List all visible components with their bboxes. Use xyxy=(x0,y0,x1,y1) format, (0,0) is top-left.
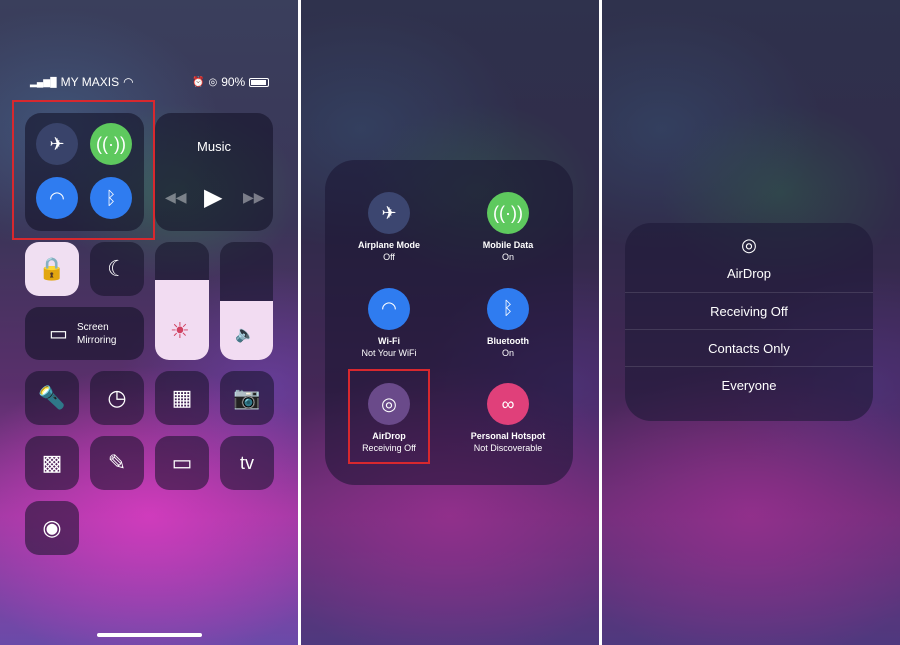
screen-mirroring-line2: Mirroring xyxy=(77,335,117,346)
brightness-slider[interactable]: ☀ xyxy=(155,242,209,360)
rotation-lock-status-icon: ◎ xyxy=(208,76,218,88)
toggle-label: AirDrop Receiving Off xyxy=(329,430,449,454)
screen-mirroring-line1: Screen xyxy=(77,322,109,333)
flashlight-icon[interactable]: 🔦 xyxy=(25,371,79,425)
screen-record-icon[interactable]: ◉ xyxy=(25,501,79,555)
airdrop-menu: ◎ AirDrop Receiving Off Contacts Only Ev… xyxy=(625,223,873,421)
airdrop-title: AirDrop xyxy=(726,266,772,281)
status-bar-right: ⏰ ◎ 90% xyxy=(192,75,270,89)
wifi-icon[interactable]: ◠ xyxy=(368,287,410,330)
option-receiving-off[interactable]: Receiving Off xyxy=(625,292,873,329)
antenna-icon[interactable]: ((·)) xyxy=(90,123,132,165)
carrier-label: MY MAXIS xyxy=(60,75,120,89)
battery-icon xyxy=(249,77,270,87)
bluetooth-icon[interactable]: ᛒ xyxy=(487,287,529,330)
toggle-status: Not Your WiFi xyxy=(361,347,417,358)
sun-icon: ☀ xyxy=(170,318,190,343)
airplay-icon: ▭ xyxy=(49,323,68,345)
battery-percent: 90% xyxy=(221,75,246,89)
toggle-label: Wi-Fi Not Your WiFi xyxy=(329,335,449,359)
rewind-icon[interactable]: ◀◀ xyxy=(165,189,187,206)
toggle-label: Airplane Mode Off xyxy=(329,239,449,263)
music-tile[interactable]: Music ◀◀ ▶ ▶▶ xyxy=(155,113,273,231)
signal-icon: ▂▄▆█ xyxy=(30,76,57,87)
bluetooth-icon[interactable]: ᛒ xyxy=(90,177,132,219)
toggle-title: Personal Hotspot xyxy=(470,431,546,441)
speaker-icon: 🔈 xyxy=(235,326,255,343)
apple-tv-remote-icon[interactable]: tv xyxy=(220,436,274,490)
connectivity-tile[interactable]: ✈ ((·)) ◠ ᛒ xyxy=(25,113,144,231)
airdrop-panel: ◎ AirDrop Receiving Off Contacts Only Ev… xyxy=(602,0,900,645)
antenna-icon[interactable]: ((·)) xyxy=(487,192,529,234)
toggle-title: Bluetooth xyxy=(487,335,529,346)
airplane-icon[interactable]: ✈ xyxy=(36,123,78,165)
camera-icon[interactable]: 📷 xyxy=(220,371,274,425)
home-indicator[interactable] xyxy=(97,633,202,637)
toggle-label: Bluetooth On xyxy=(448,335,568,359)
moon-icon[interactable]: ☾ xyxy=(90,242,144,296)
apple-tv-label: tv xyxy=(239,452,254,473)
toggle-status: On xyxy=(501,252,514,262)
low-power-battery-icon[interactable]: ▭ xyxy=(155,436,209,490)
toggle-label: Personal Hotspot Not Discoverable xyxy=(448,430,568,454)
music-title: Music xyxy=(197,139,231,154)
expanded-connectivity-panel: ✈ Airplane Mode Off ((·)) Mobile Data On ◠ Wi-F… xyxy=(301,0,599,645)
wifi-icon: ◠ xyxy=(123,75,134,89)
toggle-title: Wi-Fi xyxy=(378,335,400,346)
notes-icon[interactable]: ✎ xyxy=(90,436,144,490)
connectivity-card: ✈ Airplane Mode Off ((·)) Mobile Data On ◠ Wi-F… xyxy=(325,160,573,485)
airplane-icon[interactable]: ✈ xyxy=(368,192,410,234)
control-center-panel: ▂▄▆█ MY MAXIS ◠ ⏰ ◎ 90% ✈ ((·)) ◠ ᛒ Musi… xyxy=(0,0,298,645)
toggle-title: Airplane Mode xyxy=(357,240,420,250)
toggle-status: Not Discoverable xyxy=(473,443,543,453)
timer-icon[interactable]: ◷ xyxy=(90,371,144,425)
alarm-icon: ⏰ xyxy=(192,76,205,88)
option-everyone[interactable]: Everyone xyxy=(625,366,873,403)
airdrop-icon: ◎ xyxy=(741,235,757,255)
toggle-title: Mobile Data xyxy=(482,240,534,250)
option-contacts-only[interactable]: Contacts Only xyxy=(625,329,873,366)
qr-code-icon[interactable]: ▩ xyxy=(25,436,79,490)
calculator-icon[interactable]: ▦ xyxy=(155,371,209,425)
toggle-status: Receiving Off xyxy=(362,443,416,453)
toggle-title: AirDrop xyxy=(372,431,406,441)
rotation-lock-icon[interactable]: 🔒 xyxy=(25,242,79,296)
forward-icon[interactable]: ▶▶ xyxy=(243,189,265,206)
toggle-label: Mobile Data On xyxy=(448,239,568,263)
airdrop-icon[interactable]: ◎ xyxy=(368,383,410,425)
hotspot-icon[interactable]: ∞ xyxy=(487,383,529,425)
status-bar-left: ▂▄▆█ MY MAXIS ◠ xyxy=(30,75,134,89)
volume-slider[interactable]: 🔈 xyxy=(220,242,273,360)
toggle-status: Off xyxy=(383,252,395,262)
play-icon[interactable]: ▶ xyxy=(204,183,222,212)
toggle-status: On xyxy=(501,347,514,358)
wifi-icon[interactable]: ◠ xyxy=(36,177,78,219)
screen-mirroring-label: Screen Mirroring xyxy=(77,321,116,347)
screen-mirroring-button[interactable]: ▭ Screen Mirroring xyxy=(25,307,144,360)
